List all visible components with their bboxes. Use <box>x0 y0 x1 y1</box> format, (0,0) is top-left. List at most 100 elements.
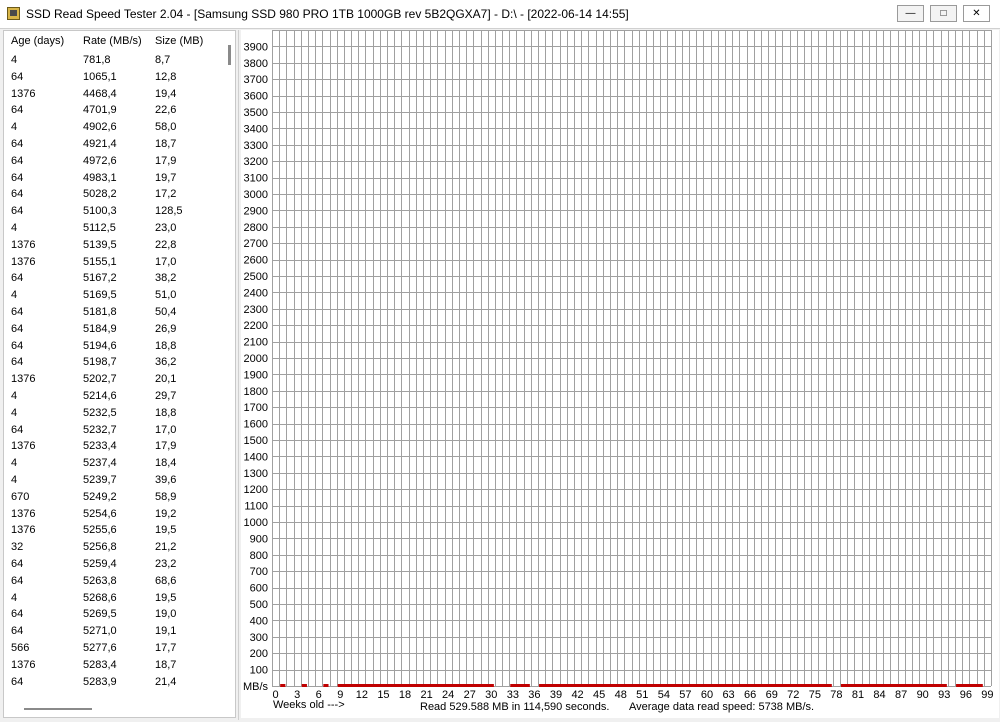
y-tick-label: 2200 <box>244 320 268 332</box>
table-row[interactable]: 64 4983,1 19,7 <box>4 172 224 189</box>
x-tick-label: 69 <box>766 689 778 701</box>
y-tick-label: 1700 <box>244 402 268 414</box>
minimize-button[interactable]: — <box>897 5 924 22</box>
cell-age: 4 <box>11 54 18 66</box>
x-tick-label: 60 <box>701 689 713 701</box>
cell-age: 1376 <box>11 255 36 268</box>
cell-age: 64 <box>11 306 24 318</box>
table-row[interactable]: 4 5268,6 19,5 <box>4 592 224 609</box>
x-tick-label: 63 <box>722 689 734 701</box>
cell-size: 51,0 <box>155 289 177 302</box>
cell-rate: 5263,8 <box>83 574 117 587</box>
cell-size: 19,5 <box>155 524 177 537</box>
data-bar <box>956 684 983 687</box>
y-tick-label: 1400 <box>244 451 268 463</box>
table-row[interactable]: 1376 5202,7 20,1 <box>4 373 224 390</box>
window-title: SSD Read Speed Tester 2.04 - [Samsung SS… <box>26 7 629 21</box>
table-row[interactable]: 64 5283,9 21,4 <box>4 676 224 693</box>
table-row[interactable]: 64 5167,2 38,2 <box>4 272 224 289</box>
table-row[interactable]: 670 5249,2 58,9 <box>4 491 224 508</box>
column-header-rate[interactable]: Rate (MB/s) <box>83 35 142 47</box>
cell-age: 4 <box>11 222 18 234</box>
cell-size: 50,4 <box>155 306 177 318</box>
table-row[interactable]: 4 5112,5 23,0 <box>4 222 224 239</box>
panel-divider[interactable] <box>238 30 239 720</box>
table-row[interactable]: 4 4902,6 58,0 <box>4 121 224 138</box>
table-row[interactable]: 1376 5254,6 19,2 <box>4 508 224 525</box>
cell-rate: 5214,6 <box>83 390 117 402</box>
table-row[interactable]: 64 5100,3 128,5 <box>4 205 224 222</box>
cell-size: 18,4 <box>155 457 177 470</box>
data-bar <box>510 684 530 687</box>
table-row[interactable]: 64 4972,6 17,9 <box>4 155 224 172</box>
table-row[interactable]: 64 5181,8 50,4 <box>4 306 224 323</box>
cell-rate: 5268,6 <box>83 591 117 604</box>
table-row[interactable]: 64 5198,7 36,2 <box>4 356 224 373</box>
y-tick-label: 2100 <box>244 337 268 349</box>
table-row[interactable]: 1376 5283,4 18,7 <box>4 659 224 676</box>
vertical-scrollbar[interactable] <box>228 45 231 65</box>
cell-age: 64 <box>11 625 24 638</box>
cell-age: 64 <box>11 322 24 335</box>
table-row[interactable]: 64 5028,2 17,2 <box>4 188 224 205</box>
cell-rate: 5256,8 <box>83 541 117 554</box>
close-button[interactable]: ✕ <box>963 5 990 22</box>
cell-rate: 1065,1 <box>83 70 117 83</box>
cell-size: 23,0 <box>155 222 177 234</box>
table-row[interactable]: 1376 5155,1 17,0 <box>4 256 224 273</box>
table-row[interactable]: 1376 5233,4 17,9 <box>4 440 224 457</box>
y-tick-label: 2500 <box>244 271 268 283</box>
table-row[interactable]: 4 5214,6 29,7 <box>4 390 224 407</box>
table-row[interactable]: 4 5232,5 18,8 <box>4 407 224 424</box>
y-tick-label: 1000 <box>244 517 268 529</box>
cell-size: 22,8 <box>155 238 177 251</box>
cell-age: 4 <box>11 457 18 470</box>
table-row[interactable]: 64 5263,8 68,6 <box>4 575 224 592</box>
table-row[interactable]: 566 5277,6 17,7 <box>4 642 224 659</box>
y-tick-label: 1500 <box>244 435 268 447</box>
x-tick-label: 21 <box>420 689 432 701</box>
table-row[interactable]: 4 5237,4 18,4 <box>4 457 224 474</box>
cell-age: 64 <box>11 574 24 587</box>
table-row[interactable]: 4 781,8 8,7 <box>4 54 224 71</box>
table-row[interactable]: 4 5169,5 51,0 <box>4 289 224 306</box>
maximize-button[interactable]: □ <box>930 5 957 22</box>
table-row[interactable]: 1376 4468,4 19,4 <box>4 88 224 105</box>
cell-rate: 4972,6 <box>83 154 117 167</box>
table-row[interactable]: 1376 5255,6 19,5 <box>4 524 224 541</box>
table-row[interactable]: 64 5194,6 18,8 <box>4 340 224 357</box>
table-row[interactable]: 64 5259,4 23,2 <box>4 558 224 575</box>
cell-size: 19,0 <box>155 608 177 621</box>
table-row[interactable]: 64 4921,4 18,7 <box>4 138 224 155</box>
cell-size: 17,9 <box>155 154 177 167</box>
table-row[interactable]: 64 5269,5 19,0 <box>4 608 224 625</box>
horizontal-scrollbar[interactable] <box>24 708 92 710</box>
table-row[interactable]: 4 5239,7 39,6 <box>4 474 224 491</box>
results-table[interactable]: Age (days) Rate (MB/s) Size (MB) 4 781,8 8… <box>3 30 236 718</box>
x-tick-label: 72 <box>787 689 799 701</box>
y-tick-label: 900 <box>250 533 268 545</box>
cell-size: 68,6 <box>155 574 177 587</box>
cell-size: 17,0 <box>155 255 177 268</box>
data-bar <box>337 684 494 687</box>
cell-rate: 5269,5 <box>83 608 117 621</box>
table-row[interactable]: 64 1065,1 12,8 <box>4 71 224 88</box>
y-tick-label: 100 <box>250 665 268 677</box>
table-row[interactable]: 64 4701,9 22,6 <box>4 104 224 121</box>
table-row[interactable]: 64 5184,9 26,9 <box>4 323 224 340</box>
table-row[interactable]: 1376 5139,5 22,8 <box>4 239 224 256</box>
cell-size: 17,0 <box>155 423 177 436</box>
y-tick-label: 3200 <box>244 156 268 168</box>
x-tick-label: 90 <box>917 689 929 701</box>
cell-rate: 5249,2 <box>83 490 117 503</box>
cell-rate: 5139,5 <box>83 238 117 251</box>
cell-age: 64 <box>11 675 24 688</box>
cell-rate: 5202,7 <box>83 373 117 386</box>
table-row[interactable]: 64 5232,7 17,0 <box>4 424 224 441</box>
x-tick-label: 66 <box>744 689 756 701</box>
table-row[interactable]: 32 5256,8 21,2 <box>4 541 224 558</box>
cell-age: 64 <box>11 205 24 218</box>
table-row[interactable]: 64 5271,0 19,1 <box>4 625 224 642</box>
column-header-age[interactable]: Age (days) <box>11 35 64 47</box>
column-header-size[interactable]: Size (MB) <box>155 35 203 47</box>
